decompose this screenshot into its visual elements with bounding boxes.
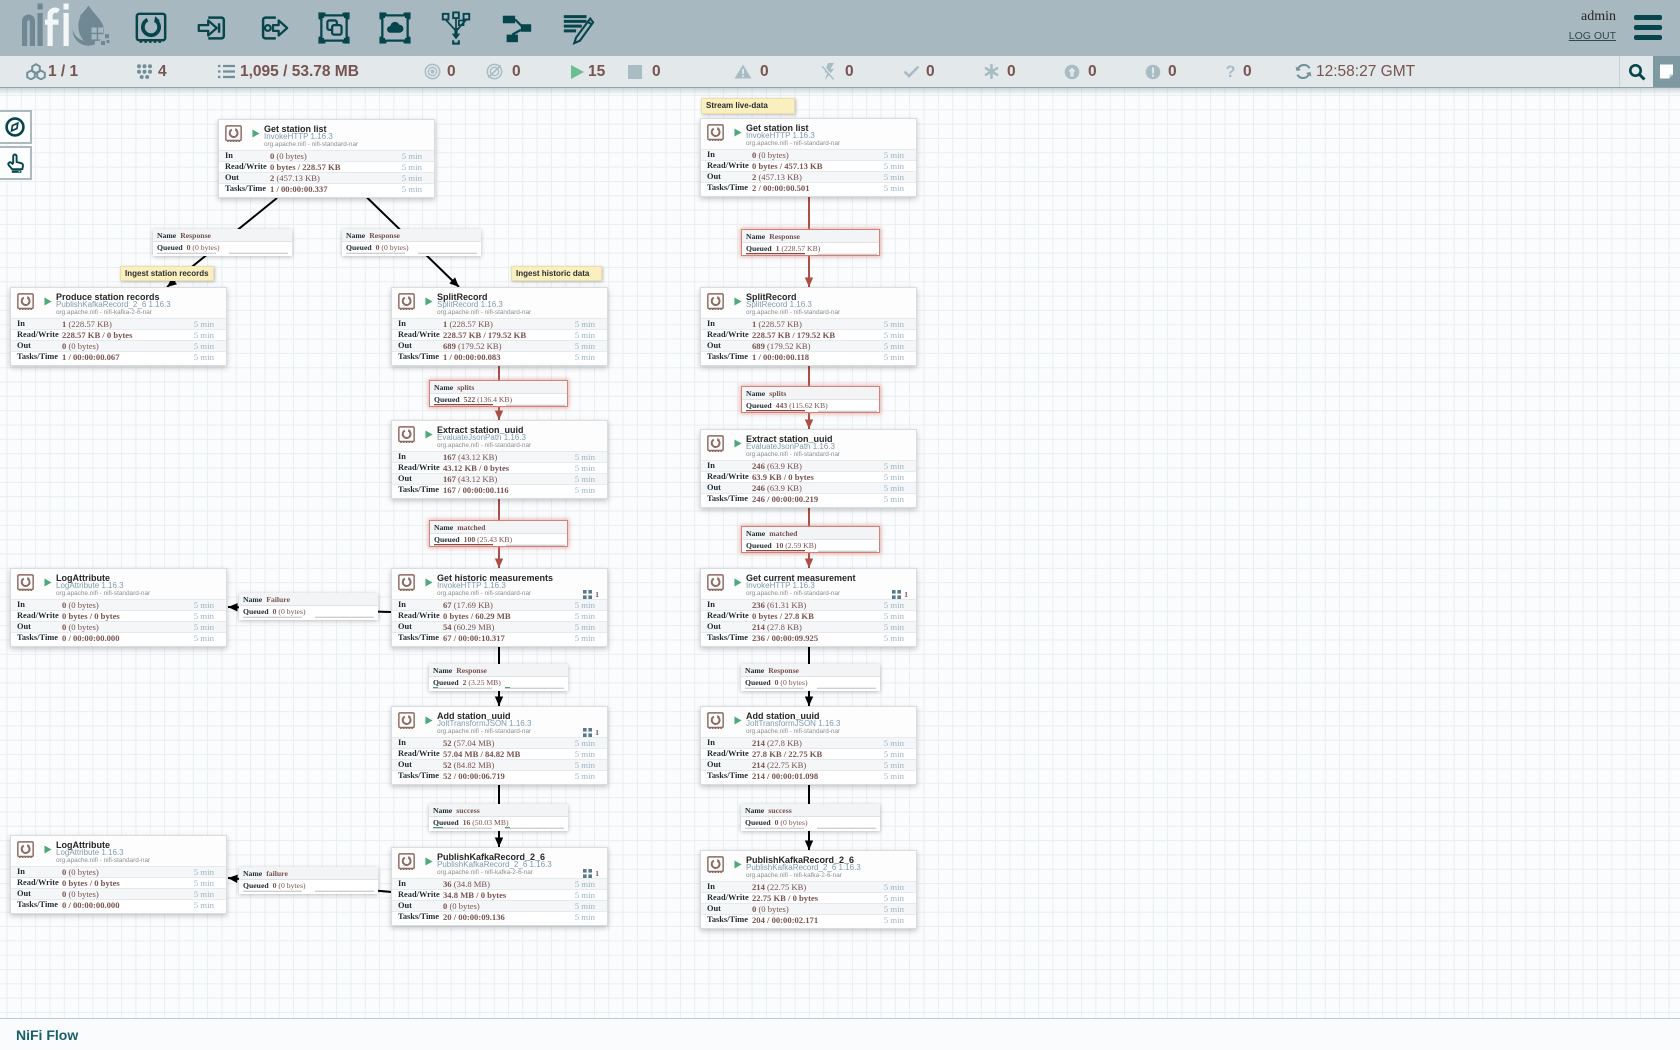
svg-text:?: ? <box>1225 63 1235 80</box>
